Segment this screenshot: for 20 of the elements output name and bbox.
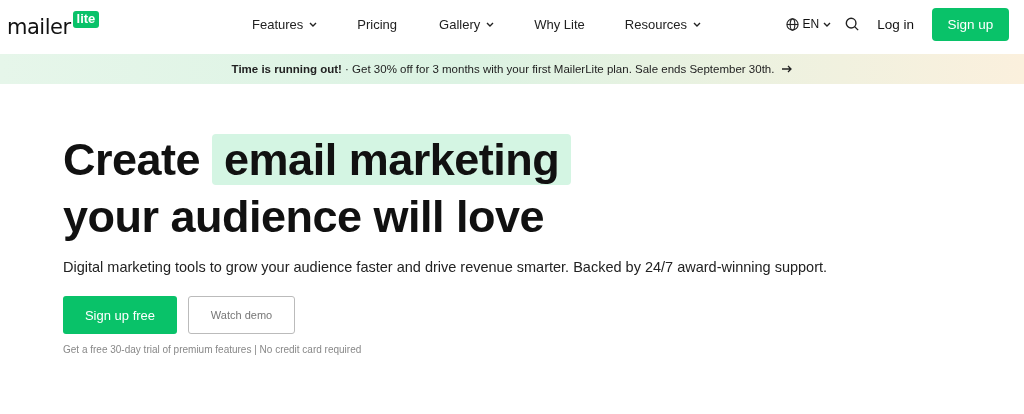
nav-link[interactable]: Features (252, 16, 318, 32)
language-selector[interactable]: EN (785, 17, 832, 31)
promo-text[interactable]: Time is running out! · Get 30% off for 3 months with your first MailerLite plan. Sale ends September 30th. (231, 63, 775, 75)
caret-icon (309, 21, 318, 27)
watch-demo-button[interactable]: Watch demo (188, 296, 295, 334)
headline: Create email marketing your audience will love (63, 131, 1024, 245)
nav-link[interactable]: Resources (624, 16, 701, 32)
globe-icon (785, 17, 799, 31)
nav-link[interactable]: Pricing (357, 16, 398, 32)
caret-icon (486, 21, 495, 27)
caret-icon (823, 21, 832, 27)
arrow-icon[interactable] (782, 65, 793, 73)
footnote: Get a free 30-day trial of premium features | No credit card required (63, 344, 363, 355)
caret-icon (692, 21, 701, 27)
login-link[interactable]: Log in (877, 16, 914, 32)
nav-link[interactable]: Why Lite (534, 16, 585, 32)
search-icon[interactable] (845, 17, 860, 31)
subtitle: Digital marketing tools to grow your audience faster and drive revenue smarter. Backed by 24/7 award-winning support. (63, 259, 829, 275)
logo[interactable]: mailer lite (7, 10, 100, 38)
nav-link[interactable]: Gallery (439, 16, 495, 32)
